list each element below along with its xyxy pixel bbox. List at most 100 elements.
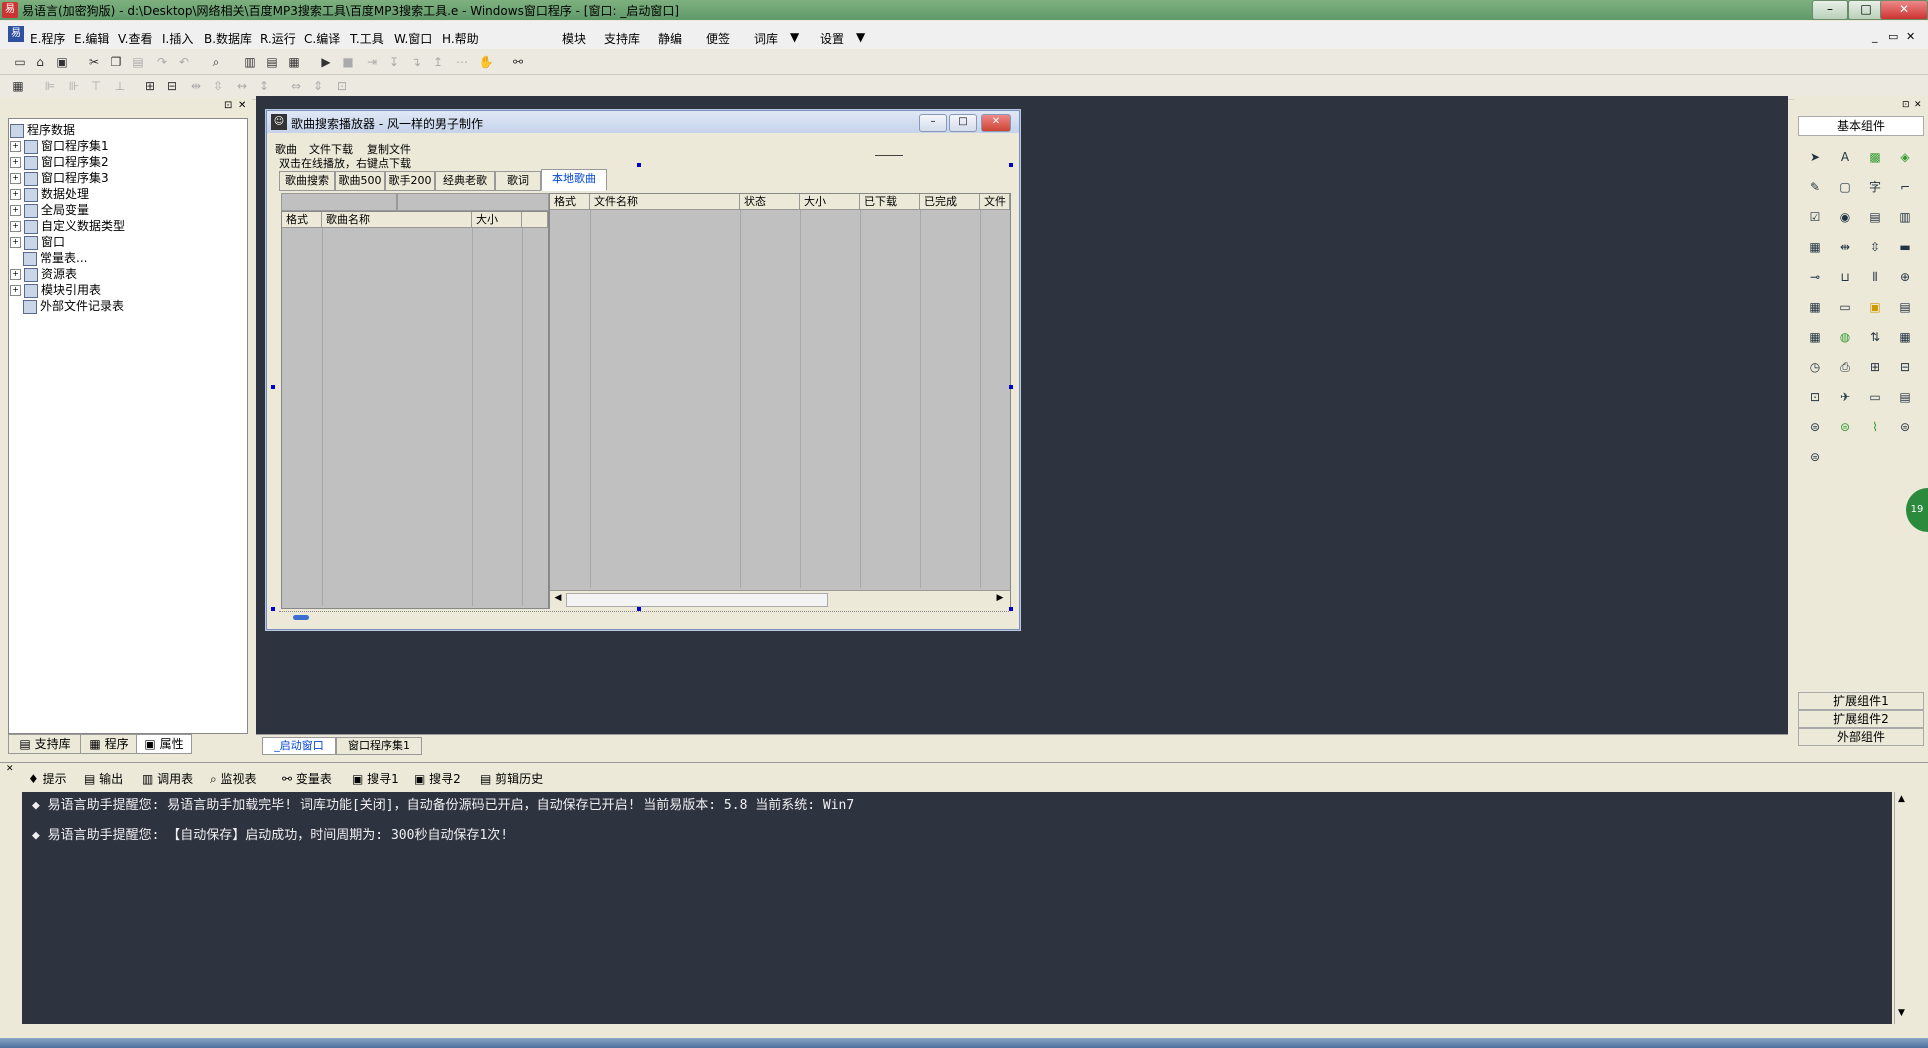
tab-order-icon[interactable]: ⊡ — [332, 76, 352, 96]
menu-view[interactable]: V.查看 — [118, 30, 152, 47]
binoculars-icon[interactable]: ⚯ — [508, 52, 528, 72]
text-icon[interactable]: 字 — [1864, 176, 1886, 198]
stop-icon[interactable]: ■ — [338, 52, 358, 72]
webbrowser-icon[interactable]: ⊕ — [1894, 266, 1916, 288]
vertical-scrollbar[interactable]: ▲ ▼ — [1894, 792, 1913, 1024]
panel-close-icon[interactable]: ✕ — [238, 100, 246, 111]
vscroll-icon[interactable]: ⇳ — [1864, 236, 1886, 258]
calendar-icon[interactable]: ▦ — [1804, 296, 1826, 318]
combobox-icon[interactable]: ▥ — [1894, 206, 1916, 228]
button-icon[interactable]: ▭ — [1834, 296, 1856, 318]
checkbox-icon[interactable]: ☑ — [1804, 206, 1826, 228]
tab-support-lib[interactable]: ▤ 支持库 — [8, 734, 82, 754]
basic-components-header[interactable]: 基本组件 — [1798, 116, 1924, 136]
tab-clip-history[interactable]: ▤ 剪辑历史 — [480, 770, 543, 788]
globe-icon[interactable]: ◍ — [1834, 326, 1856, 348]
find-icon[interactable]: ⌕ — [206, 52, 226, 72]
window-icon[interactable]: ▭ — [1864, 386, 1886, 408]
tree-item[interactable]: + 窗口程序集1 — [10, 138, 109, 154]
menu-notes[interactable]: 便签 — [706, 30, 730, 47]
tab-output[interactable]: ▤ 输出 — [84, 770, 123, 788]
local-song-list[interactable]: 格式 文件名称 状态 大小 已下载 已完成 文件 ◀ ▶ — [549, 193, 1011, 609]
hscroll-icon[interactable]: ⇹ — [1834, 236, 1856, 258]
cut-icon[interactable]: ✂ — [84, 52, 104, 72]
chevron-down-icon[interactable]: ▼ — [790, 30, 799, 44]
mdi-minimize-icon[interactable]: _ — [1872, 30, 1878, 43]
line-icon[interactable]: ⌐ — [1894, 176, 1916, 198]
expand-icon[interactable]: + — [10, 285, 21, 296]
tab-properties[interactable]: ▣ 属性 — [136, 734, 192, 754]
align-right-icon[interactable]: ⊪ — [64, 76, 84, 96]
selection-handle[interactable] — [271, 607, 275, 611]
col-header[interactable]: 已下载 — [860, 194, 920, 210]
hand-icon[interactable]: ✋ — [476, 52, 496, 72]
tools-icon[interactable]: ✈ — [1834, 386, 1856, 408]
pin-icon[interactable]: ⊡ — [224, 100, 232, 111]
designed-close-button[interactable]: ✕ — [981, 114, 1011, 132]
ext-components-2-button[interactable]: 扩展组件2 — [1798, 710, 1924, 728]
selection-handle[interactable] — [271, 385, 275, 389]
tab-window-assembly[interactable]: 窗口程序集1 — [336, 737, 422, 755]
menu-support-lib[interactable]: 支持库 — [604, 30, 640, 47]
shape-icon[interactable]: ◈ — [1894, 146, 1916, 168]
db-grid-icon[interactable]: ▤ — [1894, 386, 1916, 408]
tree-item[interactable]: 常量表... — [10, 250, 87, 266]
tree-item[interactable]: + 资源表 — [10, 266, 77, 282]
menu-run[interactable]: R.运行 — [260, 30, 296, 47]
tree-item[interactable]: + 窗口程序集3 — [10, 170, 109, 186]
selection-handle[interactable] — [1009, 385, 1013, 389]
network-icon[interactable]: ⊞ — [1864, 356, 1886, 378]
undo-icon[interactable]: ↶ — [174, 52, 194, 72]
menu-database[interactable]: B.数据库 — [204, 30, 252, 47]
panel-close-icon[interactable]: ✕ — [1914, 100, 1922, 110]
col-header[interactable]: 歌曲名称 — [322, 212, 472, 228]
document-icon[interactable]: ▤ — [1894, 296, 1916, 318]
expand-icon[interactable]: + — [10, 221, 21, 232]
align-left-icon[interactable]: ⊫ — [40, 76, 60, 96]
step-over-icon[interactable]: ↴ — [406, 52, 426, 72]
client-icon[interactable]: ⊡ — [1804, 386, 1826, 408]
close-button[interactable]: ✕ — [1880, 0, 1928, 20]
tree-item[interactable]: + 窗口 — [10, 234, 65, 250]
grid-icon[interactable]: ▦ — [8, 76, 28, 96]
align-top-icon[interactable]: ⊤ — [86, 76, 106, 96]
expand-icon[interactable]: + — [10, 141, 21, 152]
tree-root[interactable]: 程序数据 — [10, 122, 75, 138]
col-header[interactable]: 大小 — [800, 194, 860, 210]
expand-icon[interactable]: + — [10, 237, 21, 248]
scroll-left-icon[interactable]: ◀ — [552, 593, 564, 605]
tree-item[interactable]: 外部文件记录表 — [10, 298, 124, 314]
col-header[interactable]: 大小 — [472, 212, 522, 228]
maximize-button[interactable]: □ — [1848, 0, 1884, 20]
center-v-icon[interactable]: ⊟ — [162, 76, 182, 96]
step-into-icon[interactable]: ↧ — [384, 52, 404, 72]
spinner-icon[interactable]: ⇅ — [1864, 326, 1886, 348]
menu-program[interactable]: E.程序 — [30, 30, 65, 47]
horizontal-scrollbar[interactable]: ◀ ▶ — [550, 590, 1010, 609]
selection-handle[interactable] — [637, 163, 641, 167]
designed-minimize-button[interactable]: – — [919, 114, 947, 132]
label-icon[interactable]: A — [1834, 146, 1856, 168]
menu-edit[interactable]: E.编辑 — [74, 30, 109, 47]
step-icon[interactable]: ⇥ — [362, 52, 382, 72]
menu-compile[interactable]: C.编译 — [304, 30, 340, 47]
listbox-icon[interactable]: ▤ — [1864, 206, 1886, 228]
center-h-icon[interactable]: ⊞ — [140, 76, 160, 96]
designed-maximize-button[interactable]: □ — [949, 114, 977, 132]
space-h-icon[interactable]: ⇹ — [186, 76, 206, 96]
new-file-icon[interactable]: ▭ — [10, 52, 30, 72]
combo-box[interactable] — [281, 193, 397, 211]
scroll-up-icon[interactable]: ▲ — [1898, 794, 1905, 804]
col-header[interactable]: 文件名称 — [590, 194, 740, 210]
col-header[interactable]: 文件 — [980, 194, 1010, 210]
chevron-down-icon[interactable]: ▼ — [856, 30, 865, 44]
expand-icon[interactable]: + — [10, 157, 21, 168]
odbc2-icon[interactable]: ⊜ — [1804, 446, 1826, 468]
col-header[interactable]: 已完成 — [920, 194, 980, 210]
menu-static-compile[interactable]: 静编 — [658, 30, 682, 47]
selection-handle[interactable] — [1009, 163, 1013, 167]
db-icon[interactable]: ⊜ — [1804, 416, 1826, 438]
scroll-down-icon[interactable]: ▼ — [1898, 1008, 1905, 1018]
odbc-icon[interactable]: ⊜ — [1894, 416, 1916, 438]
same-height-icon[interactable]: ↕ — [254, 76, 274, 96]
